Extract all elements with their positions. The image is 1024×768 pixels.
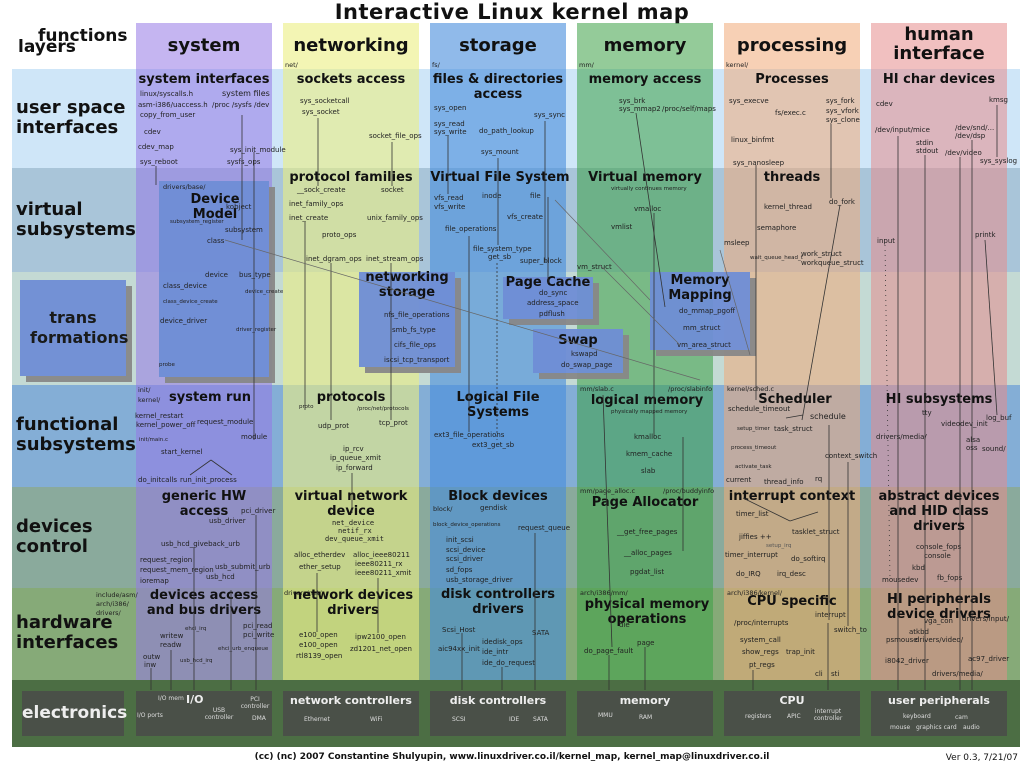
link-line bbox=[785, 414, 804, 419]
link-line bbox=[635, 112, 666, 308]
link-line bbox=[719, 249, 751, 356]
link-line bbox=[189, 459, 212, 476]
link-line bbox=[599, 264, 681, 346]
link-line bbox=[801, 204, 841, 421]
link-line bbox=[554, 199, 651, 301]
version-label: Ver 0.3, 7/21/07 bbox=[945, 753, 1018, 763]
link-line bbox=[602, 394, 613, 648]
footer-credits[interactable]: (cc) (nc) 2007 Constantine Shulyupin, ww… bbox=[0, 752, 1024, 762]
link-line bbox=[742, 497, 791, 522]
link-line bbox=[884, 244, 891, 581]
link-line bbox=[789, 511, 819, 522]
link-line bbox=[984, 239, 998, 416]
link-line bbox=[224, 239, 701, 381]
link-line bbox=[210, 459, 233, 476]
connection-lines bbox=[150, 105, 998, 690]
